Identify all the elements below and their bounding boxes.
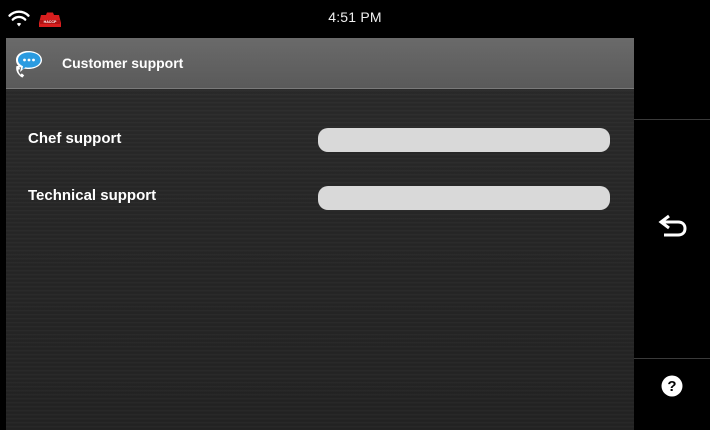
help-button[interactable]: ?	[634, 359, 710, 430]
clock: 4:51 PM	[328, 9, 382, 25]
help-icon: ?	[661, 375, 683, 397]
technical-support-label: Technical support	[28, 187, 157, 204]
back-button[interactable]	[634, 120, 710, 358]
screen: HACCP 4:51 PM Customer support Chef supp…	[0, 0, 710, 430]
chef-support-label: Chef support	[28, 130, 122, 147]
help-symbol: ?	[667, 378, 676, 395]
page-title: Customer support	[62, 55, 184, 71]
main-panel: Customer support Chef support Technical …	[6, 38, 634, 430]
technical-support-field[interactable]	[318, 186, 610, 210]
status-bar: HACCP 4:51 PM	[0, 0, 710, 38]
customer-support-icon	[16, 51, 42, 78]
right-sidebar: ?	[634, 38, 710, 430]
chef-support-field[interactable]	[318, 128, 610, 152]
header-bar: Customer support	[6, 38, 634, 89]
back-arrow-icon	[658, 214, 687, 237]
